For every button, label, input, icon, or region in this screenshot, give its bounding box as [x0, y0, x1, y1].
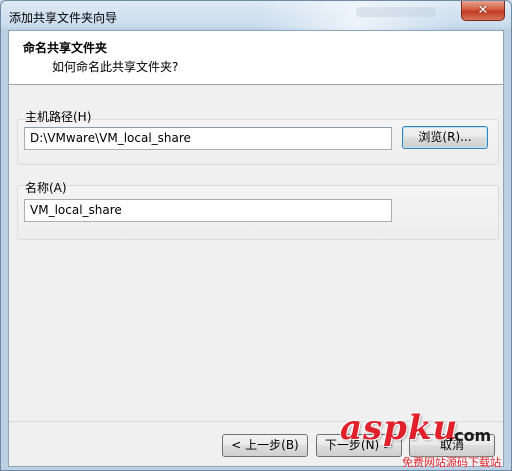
watermark-suffix: .com — [448, 426, 492, 445]
title-bar[interactable]: 添加共享文件夹向导 ✕ — [1, 1, 511, 31]
background-window-glimpse — [356, 7, 436, 17]
close-button[interactable]: ✕ — [461, 1, 505, 21]
wizard-body: 命名共享文件夹 如何命名此共享文件夹? 主机路径(H) D:\VMware\VM… — [8, 30, 504, 467]
wizard-window: 添加共享文件夹向导 ✕ 命名共享文件夹 如何命名此共享文件夹? 主机路径(H) … — [0, 0, 512, 471]
watermark-tagline: 免费网站源码下载站 — [402, 456, 501, 469]
back-button[interactable]: < 上一步(B) — [222, 434, 308, 457]
name-input[interactable]: VM_local_share — [24, 199, 392, 222]
page-subtitle: 如何命名此共享文件夹? — [52, 60, 179, 74]
site-watermark: aspku .com 免费网站源码下载站 — [340, 408, 512, 471]
host-path-label: 主机路径(H) — [25, 110, 92, 124]
page-title: 命名共享文件夹 — [23, 41, 108, 55]
host-path-input[interactable]: D:\VMware\VM_local_share — [24, 127, 392, 150]
watermark-brand: aspku — [340, 408, 459, 448]
name-label: 名称(A) — [25, 181, 67, 195]
window-title: 添加共享文件夹向导 — [9, 11, 118, 25]
close-icon: ✕ — [477, 3, 489, 18]
wizard-header: 命名共享文件夹 如何命名此共享文件夹? — [9, 31, 503, 85]
browse-button[interactable]: 浏览(R)... — [402, 126, 488, 149]
